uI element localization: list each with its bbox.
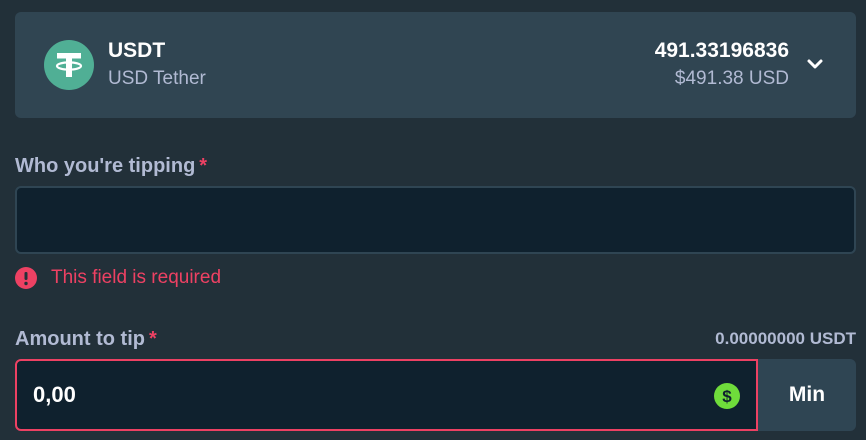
- required-marker: *: [148, 328, 157, 350]
- amount-field: $: [15, 359, 758, 431]
- balance-fiat: $491.38 USD: [674, 68, 789, 89]
- recipient-label: Who you're tipping *: [15, 155, 207, 178]
- recipient-error: This field is required: [15, 266, 221, 290]
- tether-icon: [44, 40, 94, 90]
- recipient-label-text: Who you're tipping: [15, 155, 196, 177]
- svg-text:$: $: [722, 387, 732, 406]
- required-marker: *: [199, 155, 208, 177]
- currency-selector[interactable]: USDT USD Tether 491.33196836 $491.38 USD: [15, 12, 856, 118]
- currency-symbol: USDT: [108, 39, 166, 62]
- amount-input[interactable]: [17, 361, 697, 429]
- amount-label: Amount to tip *: [15, 328, 157, 351]
- balance-crypto: 491.33196836: [654, 39, 789, 62]
- currency-name: USD Tether: [108, 68, 206, 89]
- amount-crypto-equivalent: 0.00000000 USDT: [715, 329, 856, 348]
- chevron-down-icon[interactable]: [806, 55, 824, 73]
- error-icon: [15, 267, 37, 289]
- error-message: This field is required: [51, 267, 222, 288]
- amount-label-text: Amount to tip: [15, 328, 145, 350]
- min-button[interactable]: Min: [758, 359, 856, 431]
- recipient-input[interactable]: [15, 186, 856, 254]
- dollar-icon: $: [714, 383, 740, 409]
